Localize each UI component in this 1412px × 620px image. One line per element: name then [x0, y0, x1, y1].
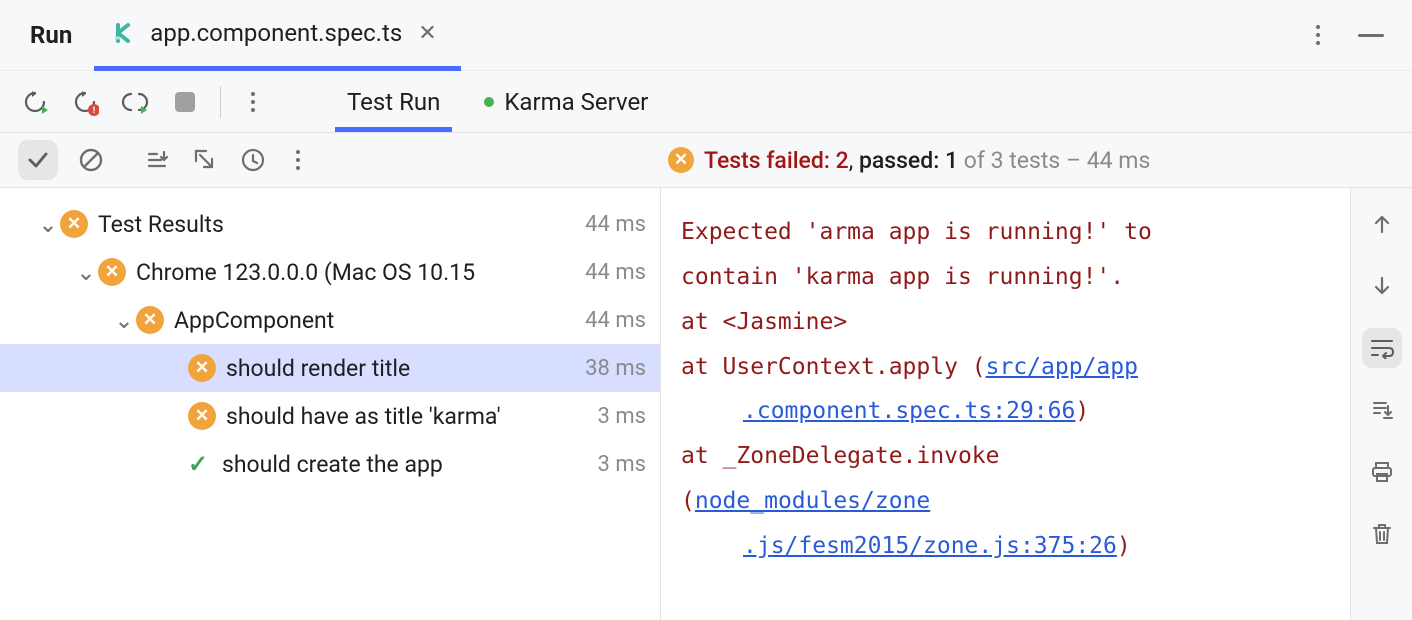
svg-text:!: ! [93, 106, 95, 116]
output-text: ( [681, 488, 695, 514]
tree-test-1[interactable]: should render title 38 ms [0, 344, 660, 392]
chevron-down-icon[interactable]: ⌄ [74, 259, 98, 286]
close-tab-icon[interactable]: ✕ [412, 19, 442, 48]
sort-button[interactable] [142, 145, 172, 175]
stack-link[interactable]: node_modules/zone [695, 488, 930, 514]
fail-icon [98, 258, 126, 286]
run-more-options[interactable] [241, 90, 265, 114]
editor-tab-active[interactable]: app.component.spec.ts ✕ [94, 0, 460, 71]
tab-karma-server[interactable]: Karma Server [462, 71, 670, 132]
output-toolbar [1350, 188, 1412, 620]
summary-time: 44 ms [1087, 147, 1151, 174]
rerun-failed-button[interactable]: ! [70, 87, 100, 117]
karma-icon [112, 19, 140, 47]
fail-icon [188, 354, 216, 382]
fail-icon [188, 402, 216, 430]
tree-test-3-label: should create the app [222, 451, 590, 478]
more-options-icon[interactable] [1306, 23, 1330, 47]
fail-icon [136, 306, 164, 334]
top-tab-bar: Run app.component.spec.ts ✕ [0, 0, 1412, 70]
tab-karma-server-label: Karma Server [504, 88, 648, 116]
chevron-down-icon[interactable]: ⌄ [36, 211, 60, 238]
soft-wrap-button[interactable] [1362, 328, 1402, 368]
output-line: .js/fesm2015/zone.js:375:26) [681, 524, 1332, 569]
expand-all-button[interactable] [190, 145, 220, 175]
delete-button[interactable] [1362, 514, 1402, 554]
tree-suite[interactable]: ⌄ AppComponent 44 ms [0, 296, 660, 344]
output-line: at UserContext.apply (src/app/app [681, 345, 1332, 390]
show-passed-toggle[interactable] [18, 140, 58, 180]
output-text: ) [1117, 533, 1131, 559]
tree-browser-time: 44 ms [577, 260, 646, 285]
summary-passed-count: 1 [945, 147, 958, 174]
history-button[interactable] [238, 145, 268, 175]
tree-suite-label: AppComponent [174, 307, 577, 334]
chevron-down-icon[interactable]: ⌄ [112, 307, 136, 334]
filter-bar: Tests failed: 2, passed: 1 of 3 tests – … [0, 132, 1412, 188]
stack-link[interactable]: .js/fesm2015/zone.js:375:26 [743, 533, 1117, 559]
output-line: at _ZoneDelegate.invoke [681, 434, 1332, 479]
stack-link[interactable]: .component.spec.ts:29:66 [743, 398, 1075, 424]
stop-button[interactable] [170, 87, 200, 117]
pass-icon: ✓ [184, 450, 212, 478]
output-text: at UserContext.apply ( [681, 354, 986, 380]
next-failure-button[interactable] [1362, 266, 1402, 306]
filter-more-options[interactable] [286, 148, 310, 172]
summary-dash: – [1060, 147, 1087, 174]
rerun-button[interactable] [20, 87, 50, 117]
minimize-icon[interactable] [1358, 34, 1384, 37]
fail-icon [668, 147, 694, 173]
run-tool-window: Run app.component.spec.ts ✕ ! [0, 0, 1412, 620]
fail-icon [60, 210, 88, 238]
tree-test-1-label: should render title [226, 355, 577, 382]
panel-title: Run [0, 0, 94, 70]
summary-of: of 3 tests [958, 147, 1060, 174]
scroll-to-end-button[interactable] [1362, 390, 1402, 430]
tree-test-1-time: 38 ms [577, 356, 646, 381]
tree-test-2-label: should have as title 'karma' [226, 403, 590, 430]
output-line: contain 'karma app is running!'. [681, 255, 1332, 300]
tree-suite-time: 44 ms [577, 308, 646, 333]
tab-filename: app.component.spec.ts [150, 19, 402, 47]
show-ignored-toggle[interactable] [76, 145, 106, 175]
summary-failed-count: 2 [836, 147, 849, 174]
stack-link[interactable]: src/app/app [986, 354, 1138, 380]
tree-root[interactable]: ⌄ Test Results 44 ms [0, 200, 660, 248]
summary-passed-label: passed: [859, 147, 939, 174]
test-summary: Tests failed: 2, passed: 1 of 3 tests – … [328, 147, 1412, 174]
test-output[interactable]: Expected 'arma app is running!' to conta… [660, 188, 1350, 620]
output-line: Expected 'arma app is running!' to [681, 210, 1332, 255]
tab-test-run[interactable]: Test Run [325, 71, 462, 132]
tree-test-3[interactable]: ✓ should create the app 3 ms [0, 440, 660, 488]
body-split: ⌄ Test Results 44 ms ⌄ Chrome 123.0.0.0 … [0, 188, 1412, 620]
test-tree[interactable]: ⌄ Test Results 44 ms ⌄ Chrome 123.0.0.0 … [0, 188, 660, 620]
output-text: ) [1075, 398, 1089, 424]
summary-failed-label: Tests failed: [704, 147, 830, 174]
server-status-dot [484, 97, 494, 107]
run-toolbar: ! Test Run Karma Server [0, 70, 1412, 132]
output-line: .component.spec.ts:29:66) [681, 389, 1332, 434]
print-button[interactable] [1362, 452, 1402, 492]
tree-test-2[interactable]: should have as title 'karma' 3 ms [0, 392, 660, 440]
toggle-autotest-button[interactable] [120, 87, 150, 117]
tree-browser-label: Chrome 123.0.0.0 (Mac OS 10.15 [136, 259, 577, 286]
output-line: (node_modules/zone [681, 479, 1332, 524]
summary-comma: , [849, 147, 859, 174]
tree-test-2-time: 3 ms [590, 404, 646, 429]
tree-browser[interactable]: ⌄ Chrome 123.0.0.0 (Mac OS 10.15 44 ms [0, 248, 660, 296]
previous-failure-button[interactable] [1362, 204, 1402, 244]
tree-test-3-time: 3 ms [590, 452, 646, 477]
output-line: at <Jasmine> [681, 300, 1332, 345]
tree-root-label: Test Results [98, 211, 577, 238]
tree-root-time: 44 ms [577, 212, 646, 237]
